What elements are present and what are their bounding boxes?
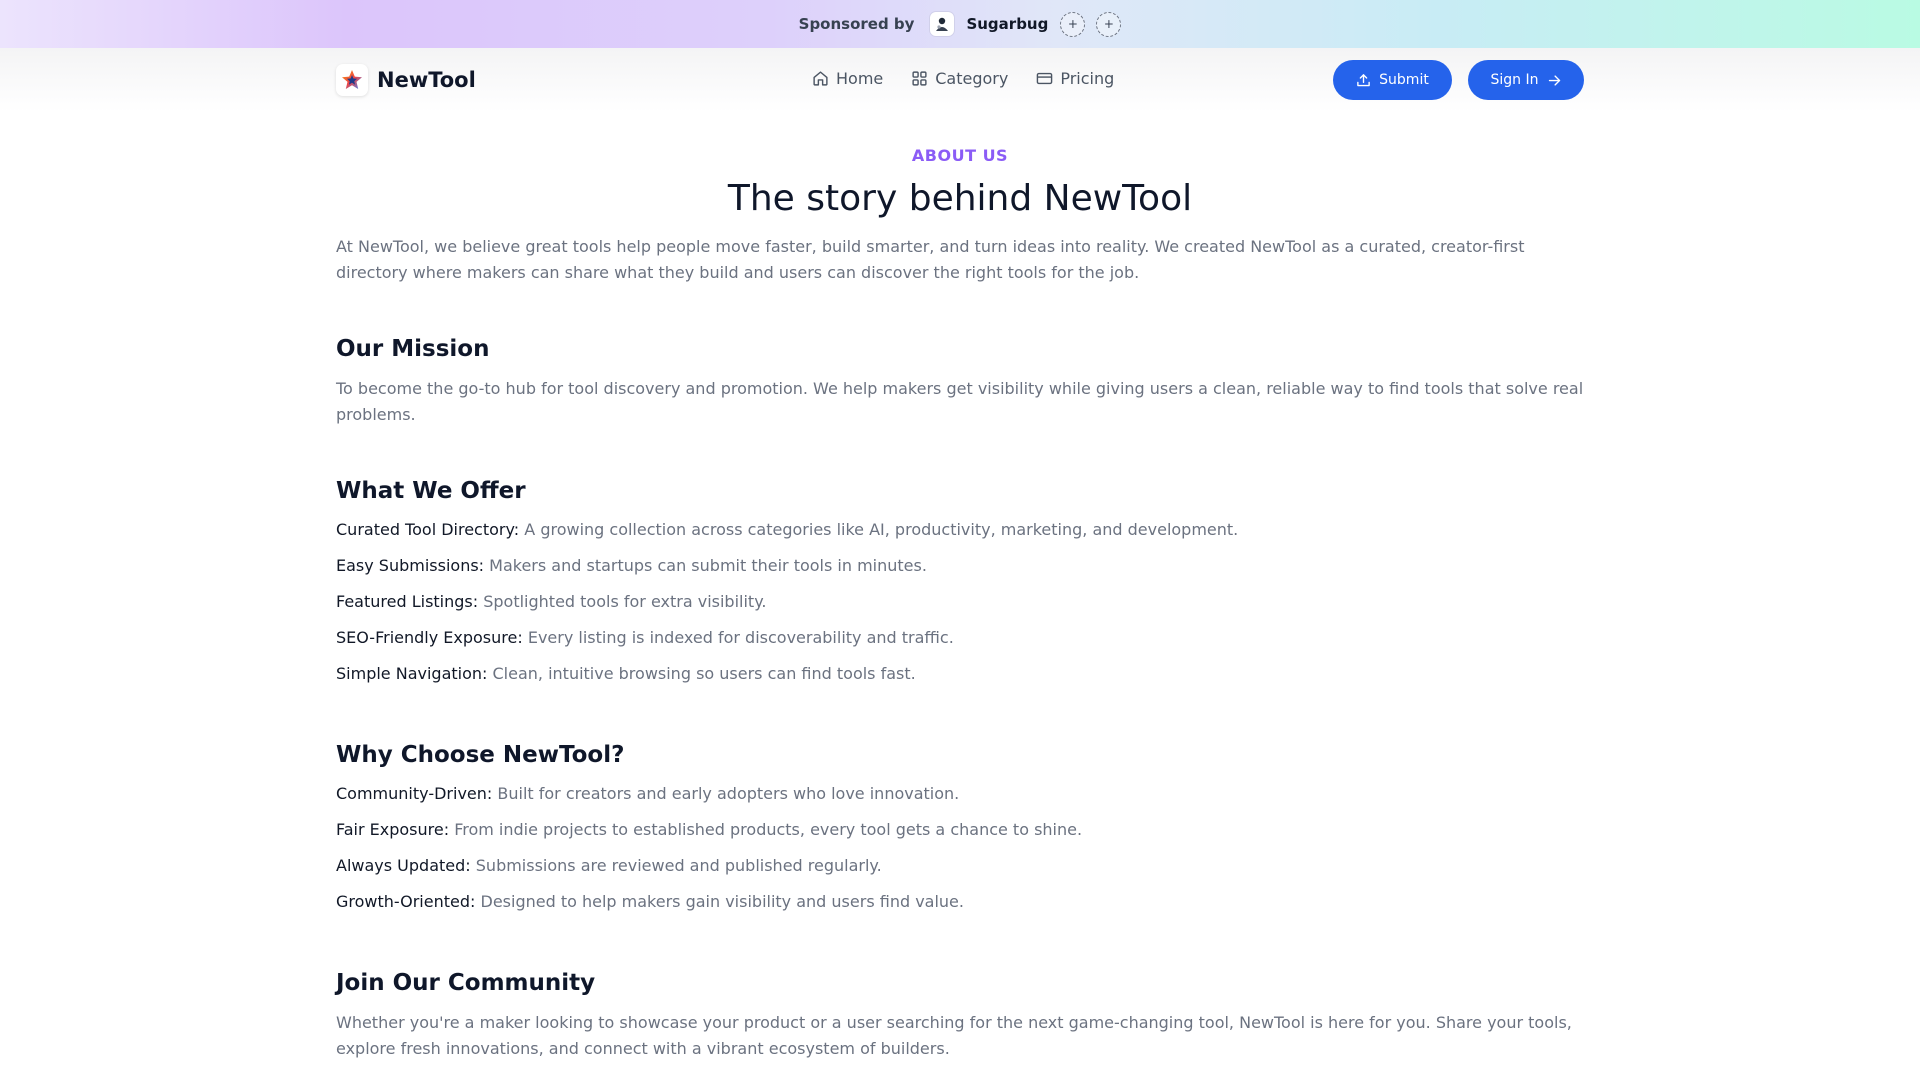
feature-value: From indie projects to established produ… (454, 820, 1083, 839)
feature-key: Growth-Oriented: (336, 892, 476, 911)
mission-paragraph: To become the go-to hub for tool discove… (336, 379, 1584, 424)
sponsor-slots: + + (1060, 11, 1122, 37)
list-item: Fair Exposure: From indie projects to es… (336, 819, 1584, 855)
feature-key: Community-Driven: (336, 784, 493, 803)
join-paragraph: Whether you're a maker looking to showca… (336, 1013, 1572, 1058)
nav-home[interactable]: Home (812, 69, 883, 88)
list-item: Featured Listings: Spotlighted tools for… (336, 591, 1584, 627)
feature-value: Spotlighted tools for extra visibility. (483, 592, 767, 611)
feature-key: Easy Submissions: (336, 556, 485, 575)
feature-key: Simple Navigation: (336, 664, 488, 683)
list-item: Always Updated: Submissions are reviewed… (336, 855, 1584, 891)
feature-key: Fair Exposure: (336, 820, 450, 839)
feature-key: SEO-Friendly Exposure: (336, 628, 523, 647)
main-nav: Home Category Pricing (812, 69, 1114, 88)
feature-value: Submissions are reviewed and published r… (475, 856, 882, 875)
list-item: Easy Submissions: Makers and startups ca… (336, 555, 1584, 591)
upload-icon (1357, 73, 1370, 86)
feature-key: Always Updated: (336, 856, 471, 875)
about-content: ABOUT US The story behind NewTool At New… (336, 112, 1584, 1062)
eyebrow-label: ABOUT US (911, 146, 1009, 165)
mission-heading: Our Mission (336, 336, 490, 362)
feature-value: Clean, intuitive browsing so users can f… (492, 664, 916, 683)
page-title: The story behind NewTool (727, 178, 1193, 219)
why-heading: Why Choose NewTool? (336, 742, 625, 768)
card-icon (1037, 72, 1053, 85)
arrow-right-icon (1548, 74, 1560, 86)
nav-category-label: Category (935, 69, 1009, 88)
list-item: Growth-Oriented: Designed to help makers… (336, 891, 1584, 927)
grid-icon (912, 71, 927, 86)
nav-category[interactable]: Category (911, 69, 1008, 88)
list-item: Curated Tool Directory: A growing collec… (336, 519, 1584, 555)
nav-pricing-label: Pricing (1060, 69, 1115, 88)
submit-button[interactable]: Submit (1333, 60, 1452, 100)
feature-value: Built for creators and early adopters wh… (497, 784, 960, 803)
feature-value: Designed to help makers gain visibility … (480, 892, 964, 911)
sponsor-slot-add-button[interactable]: + (1096, 11, 1122, 37)
nav-home-label: Home (836, 69, 884, 88)
list-item: SEO-Friendly Exposure: Every listing is … (336, 627, 1584, 663)
star-logo-icon (336, 64, 368, 96)
feature-key: Featured Listings: (336, 592, 479, 611)
list-item: Community-Driven: Built for creators and… (336, 783, 1584, 819)
feature-value: Makers and startups can submit their too… (489, 556, 927, 575)
why-list: Community-Driven: Built for creators and… (336, 783, 1584, 927)
feature-value: Every listing is indexed for discoverabi… (527, 628, 954, 647)
site-header: NewTool Home Category Pricing Submit Sig… (0, 48, 1920, 112)
sponsor-bar: Sponsored by Sugarbug + + (0, 0, 1920, 48)
sponsor-label: Sponsored by (798, 15, 915, 33)
sugarbug-logo-icon[interactable] (930, 12, 955, 36)
sign-in-label: Sign In (1490, 72, 1539, 88)
intro-paragraph: At NewTool, we believe great tools help … (336, 237, 1525, 282)
home-icon (813, 71, 828, 86)
offer-list: Curated Tool Directory: A growing collec… (336, 519, 1584, 699)
sponsor-slot-add-button[interactable]: + (1060, 11, 1086, 37)
brand-link[interactable]: NewTool (336, 64, 476, 96)
offer-heading: What We Offer (336, 478, 526, 504)
feature-value: A growing collection across categories l… (524, 520, 1239, 539)
brand-name: NewTool (377, 68, 476, 92)
sponsor-name[interactable]: Sugarbug (966, 15, 1048, 33)
feature-key: Curated Tool Directory: (336, 520, 520, 539)
sign-in-button[interactable]: Sign In (1468, 60, 1584, 100)
list-item: Simple Navigation: Clean, intuitive brow… (336, 663, 1584, 699)
nav-pricing[interactable]: Pricing (1036, 69, 1114, 88)
submit-label: Submit (1379, 72, 1429, 88)
join-heading: Join Our Community (336, 970, 596, 996)
